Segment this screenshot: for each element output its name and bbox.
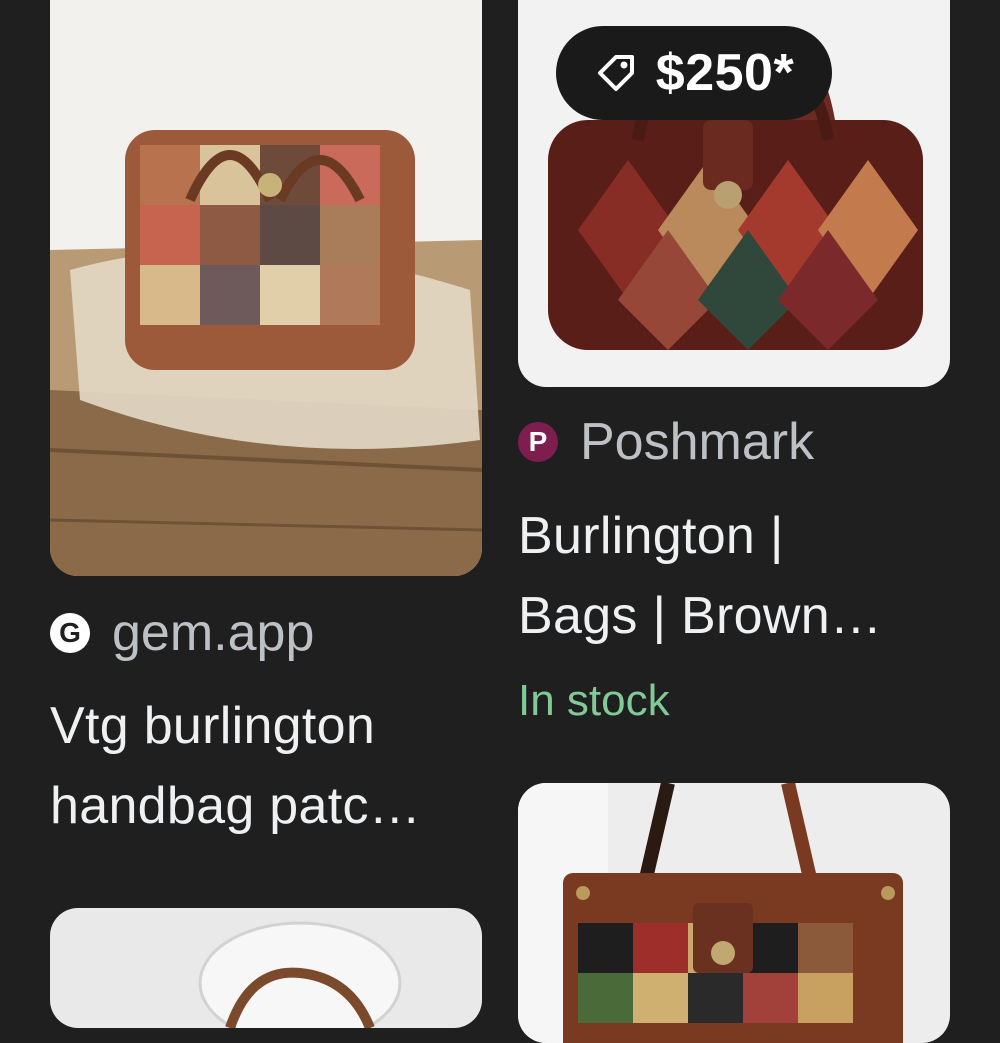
result-source-poshmark[interactable]: P Poshmark (518, 412, 814, 472)
price-badge: $250* (556, 26, 832, 120)
price-text: $250* (655, 44, 795, 102)
result-image-4[interactable] (518, 783, 950, 1043)
handbag-photo-4 (518, 783, 950, 1043)
price-tag-icon (597, 55, 634, 91)
result-title-gem-app[interactable]: Vtg burlington handbag patc… (50, 686, 421, 846)
poshmark-favicon-icon: P (518, 422, 558, 462)
handbag-photo-1 (50, 0, 482, 576)
result-image-gem-app[interactable] (50, 0, 482, 576)
title-line-1: Burlington | (518, 507, 784, 565)
handbag-photo-3 (50, 908, 482, 1028)
result-source-gem-app[interactable]: G gem.app (50, 603, 314, 663)
title-line-2: Bags | Brown… (518, 587, 883, 645)
source-name: Poshmark (580, 413, 815, 471)
google-favicon-icon: G (50, 613, 90, 653)
title-line-1: Vtg burlington (50, 697, 376, 755)
title-line-2: handbag patc… (50, 777, 422, 835)
availability-status: In stock (518, 676, 670, 725)
result-title-poshmark[interactable]: Burlington | Bags | Brown… (518, 496, 882, 656)
result-image-3[interactable] (50, 908, 482, 1028)
source-name: gem.app (112, 604, 315, 662)
